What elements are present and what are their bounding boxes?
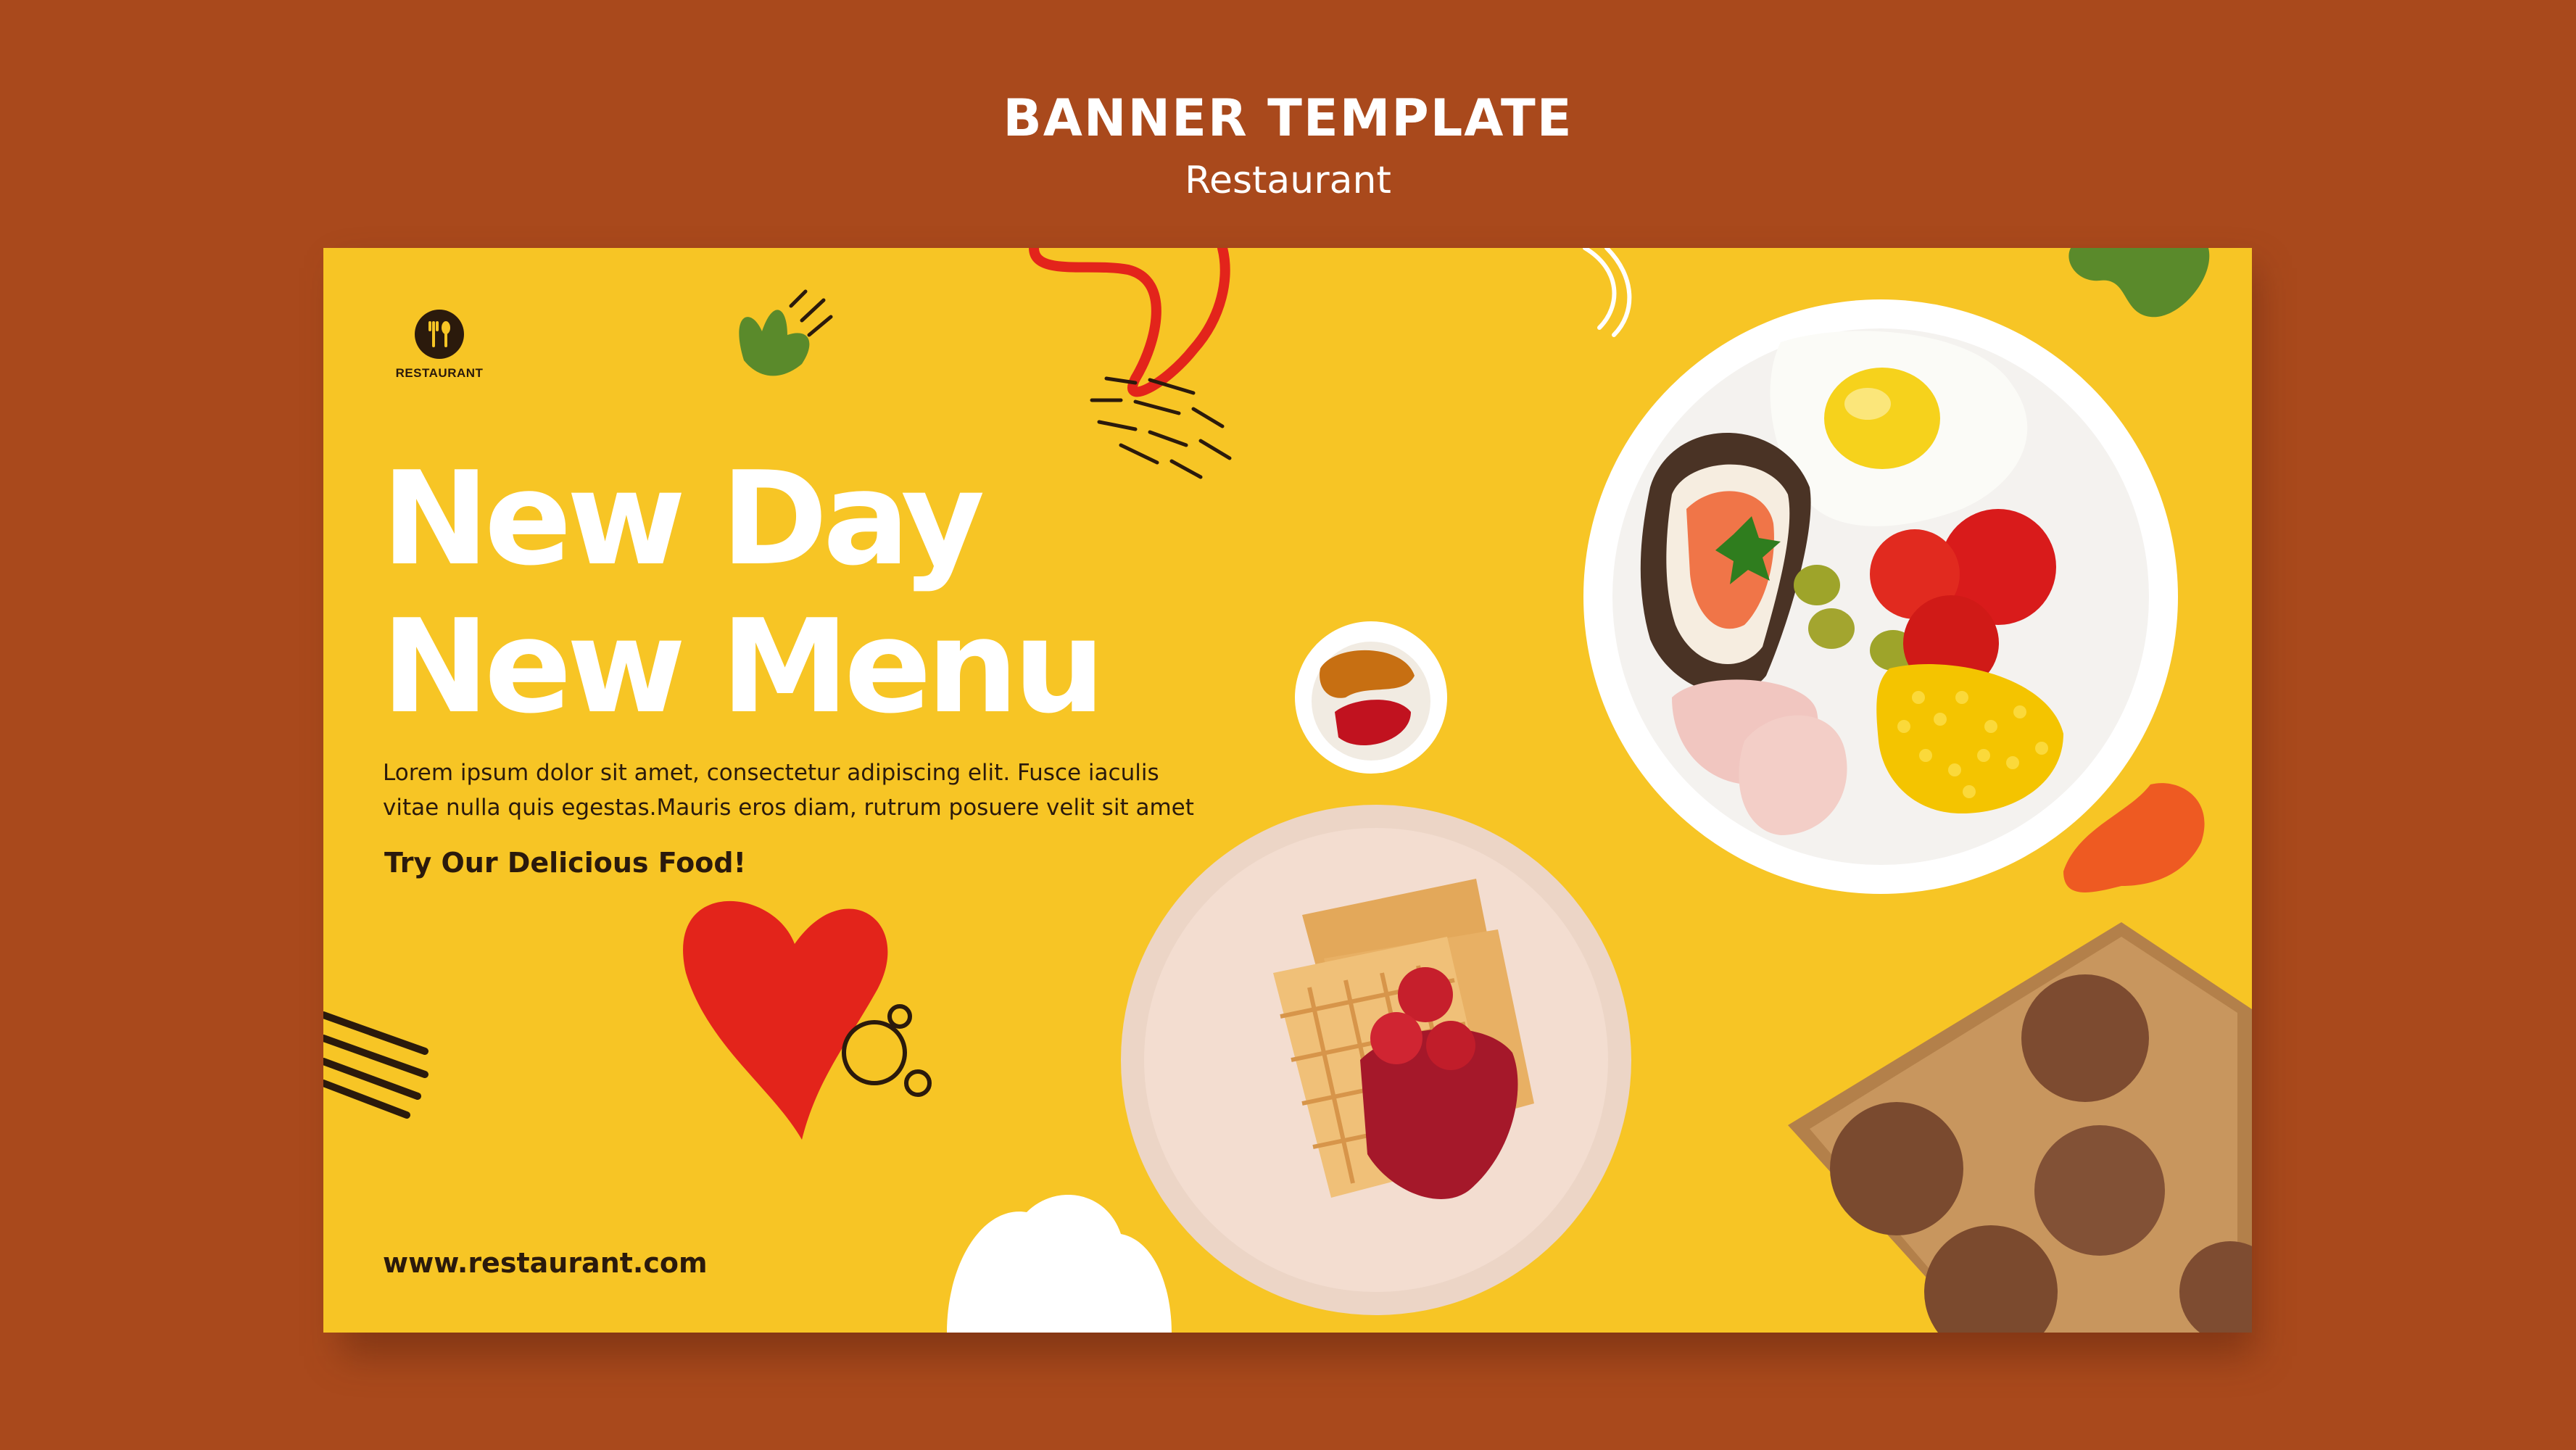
headline: New Day New Menu — [381, 444, 1105, 742]
page-title: BANNER TEMPLATE — [1003, 88, 1573, 148]
body-line-1: Lorem ipsum dolor sit amet, consectetur … — [383, 760, 1159, 786]
page-header: BANNER TEMPLATE Restaurant — [0, 86, 2576, 206]
breakfast-plate-image — [1583, 299, 2178, 894]
fork-spoon-icon — [415, 310, 464, 359]
restaurant-logo: RESTAURANT — [381, 310, 497, 381]
cta-text: Try Our Delicious Food! — [384, 847, 746, 879]
body-line-2: vitae nulla quis egestas.Mauris eros dia… — [383, 795, 1194, 821]
waffle-plate-image — [1121, 805, 1631, 1315]
website-link[interactable]: www.restaurant.com — [383, 1247, 708, 1279]
headline-line-2: New Menu — [381, 592, 1105, 742]
body-text: Lorem ipsum dolor sit amet, consectetur … — [383, 755, 1253, 825]
headline-line-1: New Day — [381, 444, 985, 594]
page-subtitle: Restaurant — [1185, 159, 1391, 202]
logo-text: RESTAURANT — [395, 366, 484, 380]
muffin-board-image — [1788, 922, 2252, 1333]
sauce-dish-image — [1295, 621, 1447, 774]
banner: RESTAURANT New Day New Menu Lorem ipsum … — [323, 248, 2252, 1333]
